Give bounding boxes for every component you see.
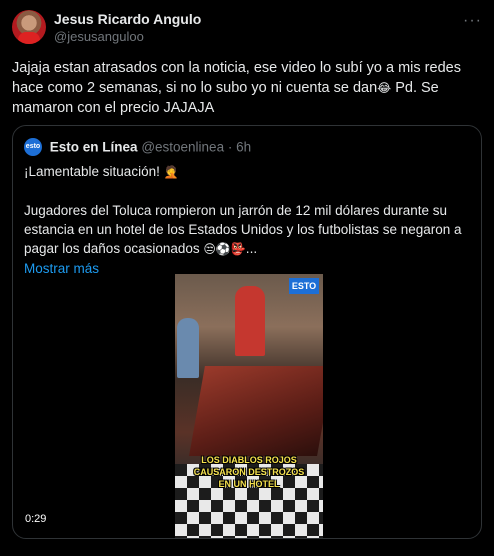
person-red-shirt bbox=[235, 286, 265, 356]
video-duration: 0:29 bbox=[21, 512, 51, 526]
person-blue-shirt bbox=[177, 318, 199, 378]
video-logo-tag: ESTO bbox=[289, 278, 319, 294]
author-display-name[interactable]: Jesus Ricardo Angulo bbox=[54, 11, 201, 28]
quoted-tweet[interactable]: esto Esto en Línea @estoenlinea · 6h ¡La… bbox=[12, 125, 482, 539]
quote-avatar-logo[interactable]: esto bbox=[24, 138, 42, 156]
quote-author-name[interactable]: Esto en Línea bbox=[50, 140, 138, 155]
author-names: Jesus Ricardo Angulo @jesusanguloo bbox=[54, 11, 201, 45]
author-avatar[interactable] bbox=[12, 10, 46, 44]
tweet-text: Jajaja estan atrasados con la noticia, e… bbox=[12, 58, 480, 118]
quote-paragraph-1: ¡Lamentable situación! 🤦 bbox=[24, 164, 179, 179]
red-table bbox=[189, 366, 323, 456]
facepalm-emoji-icon: 🤦 bbox=[163, 165, 179, 179]
laughing-emoji-icon: 😂 bbox=[377, 81, 392, 95]
quote-handle-time: @estoenlinea · 6h bbox=[141, 139, 252, 155]
video-caption: LOS DIABLOS ROJOS CAUSARON DESTROZOS EN … bbox=[193, 455, 305, 489]
tweet-header: Jesus Ricardo Angulo @jesusanguloo ··· bbox=[12, 10, 482, 50]
author-handle[interactable]: @jesusanguloo bbox=[54, 28, 201, 45]
tweet-line-2: hace como 2 semanas, si no lo subo yo ni… bbox=[12, 80, 439, 96]
emoji-sequence-icon: 😒⚽👺... bbox=[203, 242, 258, 256]
video-thumbnail[interactable]: ESTO LOS DIABLOS ROJOS CAUSARON DESTROZO… bbox=[175, 274, 323, 538]
quoted-tweet-text: ¡Lamentable situación! 🤦 Jugadores del T… bbox=[24, 162, 472, 278]
quote-paragraph-2: Jugadores del Toluca rompieron un jarrón… bbox=[24, 203, 462, 256]
tweet-line-1: Jajaja estan atrasados con la noticia, e… bbox=[12, 60, 461, 76]
more-horizontal-icon[interactable]: ··· bbox=[463, 12, 482, 30]
quoted-tweet-header: esto Esto en Línea @estoenlinea · 6h bbox=[24, 138, 251, 156]
tweet-line-3: mamaron con el precio JAJAJA bbox=[12, 100, 215, 116]
